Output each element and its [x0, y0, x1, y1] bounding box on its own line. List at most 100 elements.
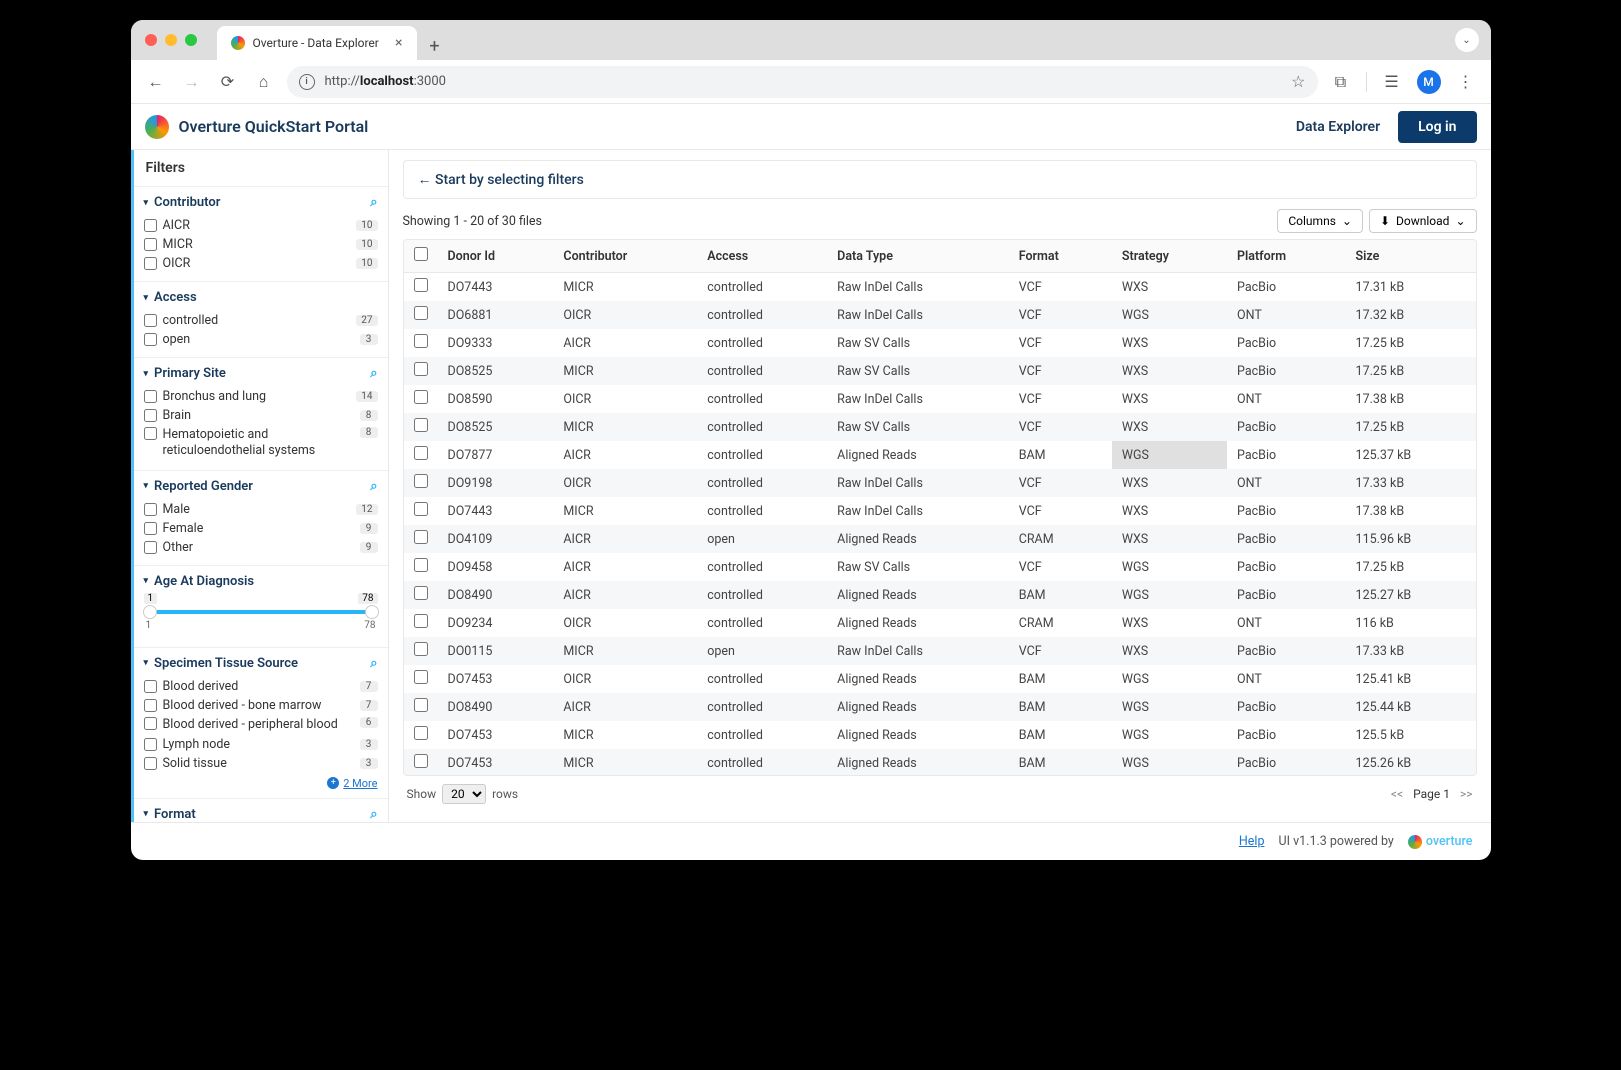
prev-page-button[interactable]: << [1391, 787, 1403, 801]
row-checkbox[interactable] [414, 670, 428, 684]
maximize-window-icon[interactable] [185, 34, 197, 46]
column-header[interactable]: Access [697, 240, 827, 273]
row-checkbox[interactable] [414, 726, 428, 740]
filter-section-header[interactable]: ▾Reported Gender⌕ [144, 479, 378, 494]
filter-section-header[interactable]: ▾Contributor⌕ [144, 195, 378, 210]
filter-section-header[interactable]: ▾Age At Diagnosis [144, 574, 378, 589]
home-button[interactable]: ⌂ [251, 69, 277, 95]
table-row[interactable]: DO8590OICRcontrolledRaw InDel CallsVCFWX… [404, 385, 1476, 413]
filter-checkbox[interactable] [144, 314, 157, 327]
back-button[interactable]: ← [143, 69, 169, 95]
row-checkbox[interactable] [414, 698, 428, 712]
filter-checkbox[interactable] [144, 503, 157, 516]
filter-option[interactable]: Male12 [144, 500, 378, 519]
filter-checkbox[interactable] [144, 738, 157, 751]
extensions-icon[interactable]: ⧉ [1328, 69, 1354, 95]
column-header[interactable]: Strategy [1112, 240, 1227, 273]
search-icon[interactable]: ⌕ [370, 366, 377, 381]
row-checkbox[interactable] [414, 558, 428, 572]
select-all-checkbox[interactable] [414, 247, 428, 261]
table-row[interactable]: DO9333AICRcontrolledRaw SV CallsVCFWXSPa… [404, 329, 1476, 357]
filter-section-header[interactable]: ▾Format⌕ [144, 807, 378, 822]
row-checkbox[interactable] [414, 642, 428, 656]
search-icon[interactable]: ⌕ [370, 807, 377, 822]
table-row[interactable]: DO9458AICRcontrolledRaw SV CallsVCFWGSPa… [404, 553, 1476, 581]
filter-option[interactable]: open3 [144, 330, 378, 349]
filter-option[interactable]: Bronchus and lung14 [144, 387, 378, 406]
filter-checkbox[interactable] [144, 757, 157, 770]
table-row[interactable]: DO7443MICRcontrolledRaw InDel CallsVCFWX… [404, 497, 1476, 525]
table-row[interactable]: DO6881OICRcontrolledRaw InDel CallsVCFWG… [404, 301, 1476, 329]
column-header[interactable]: Size [1346, 240, 1476, 273]
overture-logo[interactable]: overture [1408, 834, 1473, 849]
nav-data-explorer[interactable]: Data Explorer [1296, 119, 1380, 135]
table-row[interactable]: DO8525MICRcontrolledRaw SV CallsVCFWXSPa… [404, 357, 1476, 385]
filter-option[interactable]: Other9 [144, 538, 378, 557]
row-checkbox[interactable] [414, 474, 428, 488]
column-header[interactable]: Data Type [827, 240, 1009, 273]
filter-option[interactable]: Solid tissue3 [144, 754, 378, 773]
help-link[interactable]: Help [1239, 834, 1265, 849]
table-row[interactable]: DO8525MICRcontrolledRaw SV CallsVCFWXSPa… [404, 413, 1476, 441]
profile-avatar[interactable]: M [1417, 70, 1441, 94]
browser-tab[interactable]: Overture - Data Explorer × [217, 26, 417, 60]
search-icon[interactable]: ⌕ [370, 195, 377, 210]
row-checkbox[interactable] [414, 390, 428, 404]
filter-option[interactable]: Blood derived - peripheral blood6 [144, 715, 378, 735]
filter-checkbox[interactable] [144, 522, 157, 535]
filter-option[interactable]: MICR10 [144, 235, 378, 254]
row-checkbox[interactable] [414, 754, 428, 768]
download-button[interactable]: ⬇ Download ⌄ [1369, 209, 1477, 233]
column-header[interactable]: Contributor [553, 240, 697, 273]
search-icon[interactable]: ⌕ [370, 656, 377, 671]
reading-list-icon[interactable]: ☰ [1379, 69, 1405, 95]
filter-option[interactable]: controlled27 [144, 311, 378, 330]
table-row[interactable]: DO7453MICRcontrolledAligned ReadsBAMWGSP… [404, 721, 1476, 749]
table-row[interactable]: DO8490AICRcontrolledAligned ReadsBAMWGSP… [404, 693, 1476, 721]
address-bar[interactable]: i http://localhost:3000 ☆ [287, 66, 1318, 98]
row-checkbox[interactable] [414, 278, 428, 292]
bookmark-icon[interactable]: ☆ [1291, 72, 1305, 91]
filter-option[interactable]: Blood derived - bone marrow7 [144, 696, 378, 715]
filter-option[interactable]: Brain8 [144, 406, 378, 425]
close-tab-icon[interactable]: × [395, 35, 402, 51]
filter-section-header[interactable]: ▾Primary Site⌕ [144, 366, 378, 381]
table-row[interactable]: DO9234OICRcontrolledAligned ReadsCRAMWXS… [404, 609, 1476, 637]
filter-checkbox[interactable] [144, 333, 157, 346]
filter-option[interactable]: Blood derived7 [144, 677, 378, 696]
row-checkbox[interactable] [414, 502, 428, 516]
filter-checkbox[interactable] [144, 238, 157, 251]
table-row[interactable]: DO8490AICRcontrolledAligned ReadsBAMWGSP… [404, 581, 1476, 609]
minimize-window-icon[interactable] [165, 34, 177, 46]
table-row[interactable]: DO7453MICRcontrolledAligned ReadsBAMWGSP… [404, 749, 1476, 776]
columns-button[interactable]: Columns ⌄ [1277, 209, 1363, 233]
row-checkbox[interactable] [414, 614, 428, 628]
filter-checkbox[interactable] [144, 541, 157, 554]
column-header[interactable]: Donor Id [438, 240, 554, 273]
age-slider[interactable] [148, 610, 374, 614]
next-page-button[interactable]: >> [1460, 787, 1473, 801]
login-button[interactable]: Log in [1398, 111, 1476, 143]
table-row[interactable]: DO4109AICRopenAligned ReadsCRAMWXSPacBio… [404, 525, 1476, 553]
filter-option[interactable]: AICR10 [144, 216, 378, 235]
row-checkbox[interactable] [414, 586, 428, 600]
filter-checkbox[interactable] [144, 717, 157, 730]
table-row[interactable]: DO9198OICRcontrolledRaw InDel CallsVCFWX… [404, 469, 1476, 497]
filter-section-header[interactable]: ▾Access [144, 290, 378, 305]
table-row[interactable]: DO7877AICRcontrolledAligned ReadsBAMWGSP… [404, 441, 1476, 469]
filter-option[interactable]: Lymph node3 [144, 735, 378, 754]
filter-checkbox[interactable] [144, 427, 157, 440]
column-header[interactable]: Platform [1227, 240, 1346, 273]
column-header[interactable]: Format [1009, 240, 1112, 273]
search-icon[interactable]: ⌕ [370, 479, 377, 494]
row-checkbox[interactable] [414, 306, 428, 320]
filter-checkbox[interactable] [144, 257, 157, 270]
browser-menu-icon[interactable]: ⋮ [1453, 69, 1479, 95]
filter-checkbox[interactable] [144, 219, 157, 232]
slider-handle-min[interactable] [143, 605, 157, 619]
row-checkbox[interactable] [414, 418, 428, 432]
more-link[interactable]: 2 More [144, 777, 378, 790]
slider-handle-max[interactable] [365, 605, 379, 619]
reload-button[interactable]: ⟳ [215, 69, 241, 95]
filter-checkbox[interactable] [144, 409, 157, 422]
